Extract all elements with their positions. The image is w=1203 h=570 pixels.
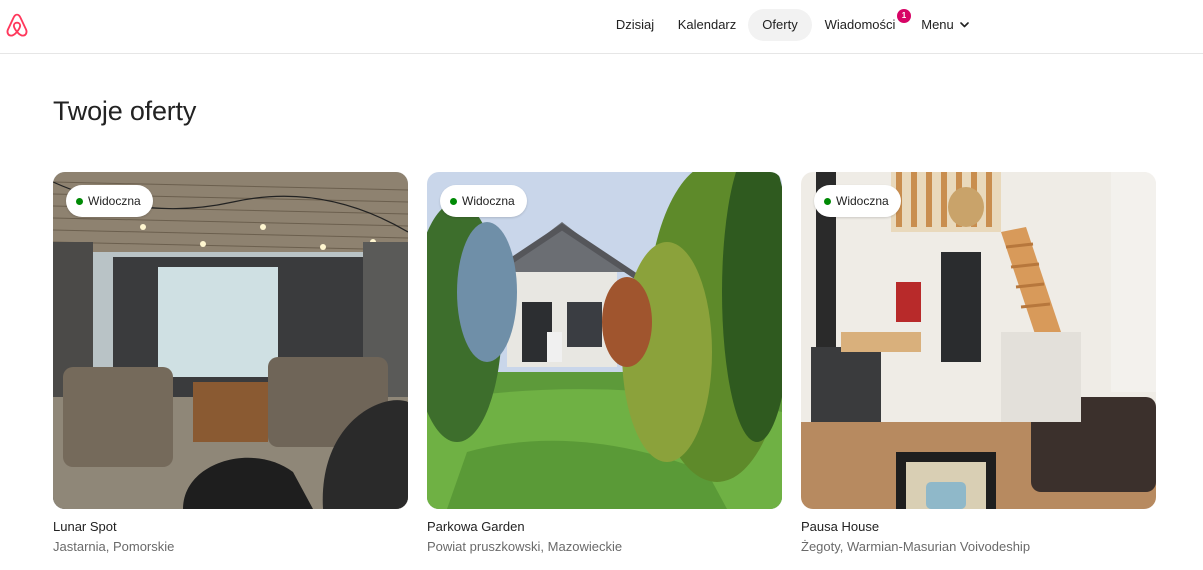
nav-messages-label: Wiadomości [824,17,896,32]
nav-calendar[interactable]: Kalendarz [670,9,744,41]
listing-location: Żegoty, Warmian-Masurian Voivodeship [801,539,1031,554]
status-badge: Widoczna [66,185,153,217]
listing-location: Jastarnia, Pomorskie [53,539,175,554]
airbnb-logo-icon[interactable] [3,11,31,41]
listing-card[interactable]: Widoczna Pausa House Żegoty, Warmian-Mas… [801,172,1156,554]
listing-card[interactable]: Widoczna Lunar Spot Jastarnia, Pomorskie [53,172,408,554]
listing-photo[interactable]: Widoczna [427,172,782,509]
status-label: Widoczna [462,194,515,208]
listing-title[interactable]: Parkowa Garden [427,519,525,534]
listing-photo[interactable]: Widoczna [53,172,408,509]
nav-calendar-label: Kalendarz [677,17,737,32]
nav-messages[interactable]: Wiadomości [816,9,904,41]
status-badge: Widoczna [814,185,901,217]
nav-today-label: Dzisiaj [615,17,655,32]
nav-today[interactable]: Dzisiaj [605,9,665,41]
top-navigation-bar: Dzisiaj Kalendarz Oferty Wiadomości 1 Me… [0,0,1203,54]
status-dot-icon [824,197,831,205]
status-label: Widoczna [836,194,889,208]
nav-menu-label: Menu [921,17,954,32]
chevron-down-icon [959,21,969,27]
listing-photo-image [427,172,782,509]
status-label: Widoczna [88,194,141,208]
listing-photo[interactable]: Widoczna [801,172,1156,509]
listing-title[interactable]: Lunar Spot [53,519,117,534]
listing-card[interactable]: Widoczna Parkowa Garden Powiat pruszkows… [427,172,782,554]
listing-photo-image [53,172,408,509]
status-dot-icon [450,197,457,205]
nav-listings[interactable]: Oferty [748,9,812,41]
nav-listings-label: Oferty [762,17,798,32]
nav-menu[interactable]: Menu [912,9,978,41]
listing-location: Powiat pruszkowski, Mazowieckie [427,539,623,554]
page-title: Twoje oferty [53,96,197,126]
listing-photo-image [801,172,1156,509]
messages-count-badge: 1 [897,9,911,23]
status-badge: Widoczna [440,185,527,217]
status-dot-icon [76,197,83,205]
listing-title[interactable]: Pausa House [801,519,879,534]
